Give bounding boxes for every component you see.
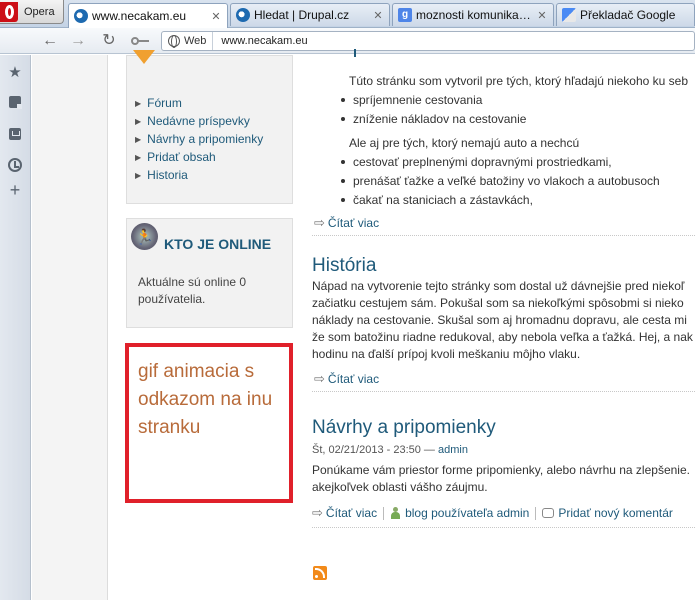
article1-bullet: prenášať ťažke a veľké batožiny vo vlako… bbox=[341, 172, 660, 191]
close-icon[interactable]: ✕ bbox=[536, 9, 548, 22]
article1-bullet: čakať na staniciach a zástavkách, bbox=[341, 191, 533, 210]
arrow-right-icon: ⇨ bbox=[314, 215, 325, 230]
article1-bullet: zníženie nákladov na cestovanie bbox=[341, 110, 526, 129]
separator bbox=[312, 391, 695, 392]
article1-bullet: cestovať preplnenými dopravnými prostrie… bbox=[341, 153, 612, 172]
notes-icon[interactable] bbox=[6, 93, 24, 111]
chevron-right-icon: ▶ bbox=[135, 152, 142, 162]
drupal-icon bbox=[74, 9, 88, 23]
article3-author-link[interactable]: admin bbox=[438, 444, 468, 456]
tab-title: moznosti komunikacie ... bbox=[416, 8, 532, 22]
cut-title-fragment bbox=[348, 49, 356, 57]
nav-link-add-content[interactable]: ▶ Pridať obsah bbox=[135, 148, 263, 166]
tab-title: www.necakam.eu bbox=[92, 9, 187, 23]
address-bar[interactable]: Web www.necakam.eu bbox=[161, 31, 695, 51]
article3-read-more-link[interactable]: Čítať viac bbox=[326, 506, 377, 520]
bookmarks-star-icon[interactable]: ★ bbox=[6, 63, 24, 81]
opera-logo-icon bbox=[0, 1, 18, 22]
gif-placeholder-box: gif animacia s odkazom na inu stranku bbox=[125, 343, 293, 503]
opera-menu-label: Opera bbox=[24, 5, 55, 18]
tab-google-search[interactable]: g moznosti komunikacie ... ✕ bbox=[392, 3, 554, 26]
gif-placeholder-text: gif animacia s odkazom na inu stranku bbox=[138, 361, 273, 438]
navigation-block-icon bbox=[133, 50, 155, 64]
article3-meta: Št, 02/21/2013 - 23:50 — admin bbox=[312, 444, 468, 456]
rss-feed-icon[interactable] bbox=[313, 566, 327, 580]
history-clock-icon[interactable] bbox=[6, 156, 24, 174]
nav-link-suggestions[interactable]: ▶ Návrhy a pripomienky bbox=[135, 130, 263, 148]
chevron-right-icon: ▶ bbox=[135, 134, 142, 144]
add-panel-plus-icon[interactable]: + bbox=[6, 180, 24, 200]
article1-read-more-link[interactable]: ⇨ Čítať viac bbox=[314, 215, 379, 231]
chevron-right-icon: ▶ bbox=[135, 98, 142, 108]
tab-title: Hledat | Drupal.cz bbox=[254, 8, 350, 22]
nav-link-history[interactable]: ▶ Historia bbox=[135, 166, 263, 184]
comment-bubble-icon bbox=[542, 508, 555, 518]
google-translate-icon bbox=[562, 8, 576, 22]
url-text[interactable]: www.necakam.eu bbox=[221, 35, 307, 47]
navigation-menu: ▶ Fórum ▶ Nedávne príspevky ▶ Návrhy a prip… bbox=[135, 94, 263, 184]
divider bbox=[535, 506, 537, 520]
article3-blog-link[interactable]: blog používateľa admin bbox=[405, 506, 529, 520]
article3-body: Ponúkame vám priestor forme pripomienky,… bbox=[312, 463, 690, 494]
drupal-icon bbox=[236, 8, 250, 22]
article1-intro2: Ale aj pre tých, ktorý nemajú auto a nec… bbox=[349, 136, 580, 150]
divider bbox=[383, 506, 385, 520]
arrow-right-icon: ⇨ bbox=[314, 371, 325, 386]
separator bbox=[312, 527, 695, 528]
tab-title: Překladač Google bbox=[580, 8, 676, 22]
who-is-online-block: 🏃 KTO JE ONLINE Aktuálne sú online 0 pou… bbox=[126, 218, 293, 328]
downloads-icon[interactable] bbox=[6, 125, 24, 143]
forward-arrow-icon[interactable]: → bbox=[69, 32, 87, 50]
article2-body: Nápad na vytvorenie tejto stránky som do… bbox=[312, 279, 693, 361]
tab-necakam[interactable]: www.necakam.eu ✕ bbox=[68, 3, 228, 28]
close-icon[interactable]: ✕ bbox=[372, 9, 384, 22]
side-panel: ★ + bbox=[0, 55, 31, 600]
chevron-right-icon: ▶ bbox=[135, 116, 142, 126]
reload-icon[interactable]: ↻ bbox=[100, 32, 118, 50]
site-info-badge[interactable]: Web bbox=[162, 32, 214, 50]
globe-icon bbox=[168, 35, 180, 48]
article2-read-more-link[interactable]: ⇨ Čítať viac bbox=[314, 371, 379, 387]
arrow-right-icon: ⇨ bbox=[312, 505, 323, 520]
back-arrow-icon[interactable]: ← bbox=[41, 32, 59, 50]
who-is-online-title: KTO JE ONLINE bbox=[164, 236, 272, 252]
site-info-label: Web bbox=[184, 35, 207, 47]
running-person-icon: 🏃 bbox=[131, 223, 158, 250]
article1-intro: Túto stránku som vytvoril pre tých, ktor… bbox=[349, 74, 688, 88]
nav-link-recent-posts[interactable]: ▶ Nedávne príspevky bbox=[135, 112, 263, 130]
article2-title-link[interactable]: História bbox=[312, 255, 376, 277]
article3-add-comment-link[interactable]: Pridať nový komentár bbox=[558, 506, 673, 520]
article3-links: ⇨ Čítať viac blog používateľa admin Prid… bbox=[312, 505, 673, 521]
tab-drupal-search[interactable]: Hledat | Drupal.cz ✕ bbox=[230, 3, 390, 26]
opera-menu-button[interactable]: Opera bbox=[0, 0, 64, 24]
close-icon[interactable]: ✕ bbox=[210, 10, 222, 23]
navigation-block: ▶ Fórum ▶ Nedávne príspevky ▶ Návrhy a prip… bbox=[126, 50, 293, 204]
nav-link-forum[interactable]: ▶ Fórum bbox=[135, 94, 263, 112]
who-is-online-text: Aktuálne sú online 0 používatelia. bbox=[138, 275, 247, 306]
user-icon bbox=[390, 506, 401, 520]
tab-google-translate[interactable]: Překladač Google bbox=[556, 3, 695, 26]
article1-bullet: spríjemnenie cestovania bbox=[341, 91, 482, 110]
google-icon: g bbox=[398, 8, 412, 22]
article3-title-link[interactable]: Návrhy a pripomienky bbox=[312, 417, 496, 439]
article3-date: Št, 02/21/2013 - 23:50 — bbox=[312, 444, 435, 456]
chevron-right-icon: ▶ bbox=[135, 170, 142, 180]
tab-bar: Opera www.necakam.eu ✕ Hledat | Drupal.c… bbox=[0, 0, 695, 28]
key-icon[interactable] bbox=[131, 37, 149, 45]
separator bbox=[312, 235, 695, 236]
